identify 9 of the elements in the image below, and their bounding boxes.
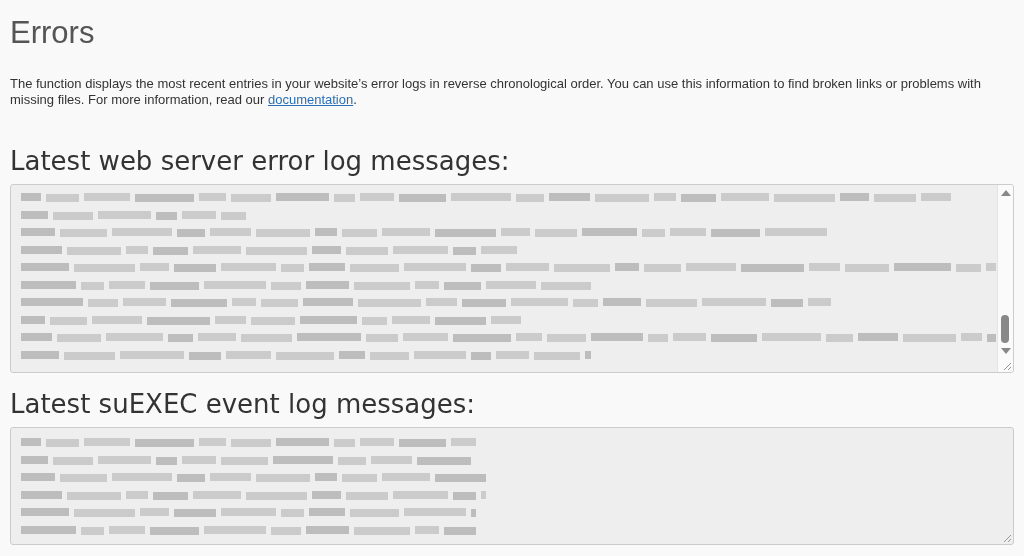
page-title: Errors [10, 14, 96, 52]
section-heading: Latest web server error log messages: [10, 145, 511, 179]
resize-grip-icon[interactable] [1003, 362, 1012, 372]
scroll-down-icon[interactable] [1001, 347, 1011, 356]
section-heading: Latest suEXEC event log messages: [10, 388, 477, 422]
scrollbar-thumb[interactable] [1001, 315, 1009, 344]
scroll-up-icon[interactable] [1001, 189, 1011, 198]
intro-text: The function displays the most recent entries in your website’s error logs in reverse chronological order. You can use this information to find broken links or problems with missing files. For more information, read our documentation. [10, 76, 982, 109]
resize-grip-icon[interactable] [1003, 534, 1012, 544]
